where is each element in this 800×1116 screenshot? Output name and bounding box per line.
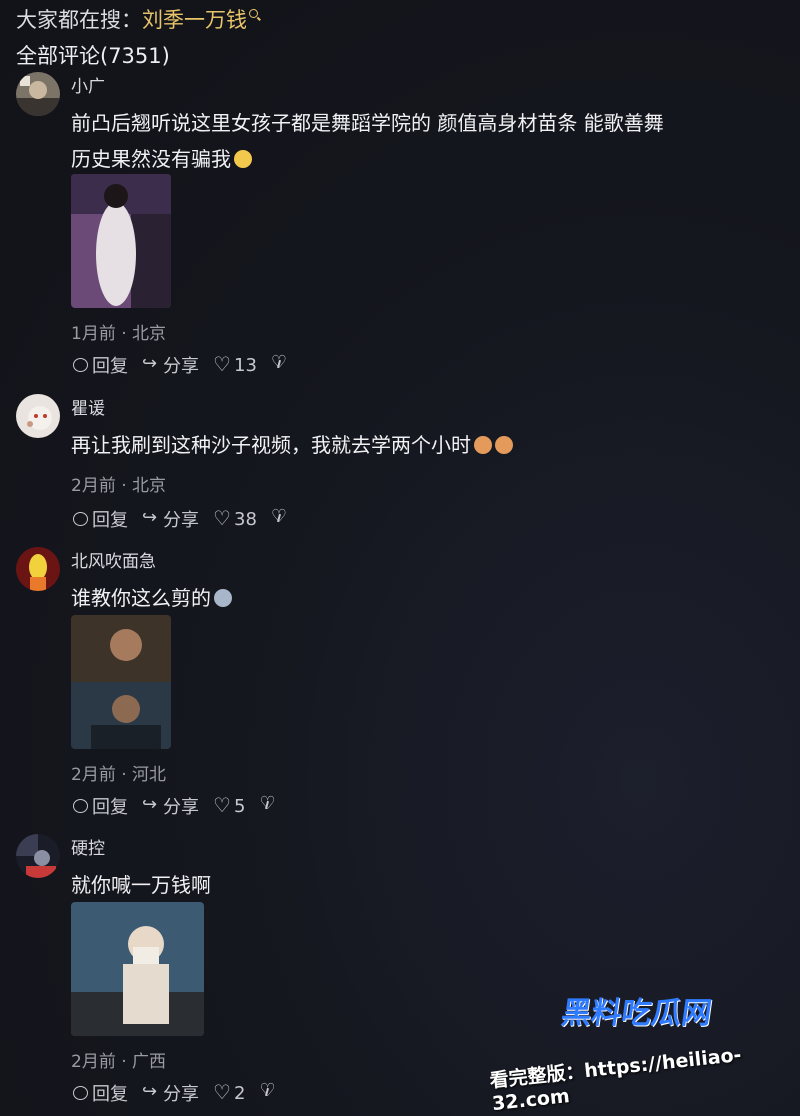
share-label: 分享	[163, 356, 199, 377]
broken-heart-icon	[259, 1080, 277, 1102]
heart-icon	[213, 793, 231, 817]
comment-text-line: 再让我刷到这种沙子视频，我就去学两个小时	[71, 433, 471, 457]
search-prefix: 大家都在搜：	[16, 8, 142, 32]
search-suggestion[interactable]: 大家都在搜：刘季一万钱	[16, 4, 258, 34]
comment-actions: 回复 分享 38	[71, 506, 289, 532]
smile-emoji-icon	[234, 150, 252, 168]
username[interactable]: 北风吹面急	[71, 547, 156, 572]
like-count: 5	[234, 795, 246, 817]
comment-text: 再让我刷到这种沙子视频，我就去学两个小时	[71, 427, 796, 463]
like-button[interactable]: 5	[213, 793, 246, 817]
share-button[interactable]: 分享	[142, 1080, 199, 1106]
watermark-url: 看完整版：https://heiliao-32.com	[488, 1043, 743, 1116]
search-keyword-link[interactable]: 刘季一万钱	[142, 8, 247, 32]
like-count: 13	[234, 354, 257, 376]
comment-text: 谁教你这么剪的	[71, 580, 796, 616]
like-count: 2	[234, 1082, 246, 1104]
share-button[interactable]: 分享	[142, 506, 199, 532]
share-icon	[142, 794, 160, 815]
reply-label: 回复	[92, 356, 128, 377]
broken-heart-icon	[271, 352, 289, 374]
avatar[interactable]	[16, 834, 60, 878]
sticker-emoji-icon	[214, 589, 232, 607]
broken-heart-icon	[259, 793, 277, 815]
comment-actions: 回复 分享 2	[71, 1080, 277, 1106]
watermark-brand: 黑料吃瓜网	[559, 996, 714, 1031]
share-button[interactable]: 分享	[142, 793, 199, 819]
search-icon[interactable]	[249, 9, 258, 18]
reply-button[interactable]: 回复	[71, 793, 128, 819]
reply-label: 回复	[92, 510, 128, 531]
comment-text-line: 历史果然没有骗我	[71, 147, 231, 171]
comment-meta: 2月前 · 广西	[71, 1052, 167, 1072]
reply-icon	[71, 510, 89, 528]
share-label: 分享	[163, 510, 199, 531]
comment-meta: 1月前 · 北京	[71, 324, 167, 344]
username[interactable]: 硬控	[71, 834, 105, 859]
share-icon	[142, 507, 160, 528]
avatar[interactable]	[16, 547, 60, 591]
share-button[interactable]: 分享	[142, 352, 199, 378]
comment-text-line: 谁教你这么剪的	[71, 586, 211, 610]
dislike-button[interactable]	[271, 352, 289, 374]
username[interactable]: 小广	[71, 72, 105, 97]
comment-text: 就你喊一万钱啊	[71, 867, 796, 903]
reply-button[interactable]: 回复	[71, 1080, 128, 1106]
like-button[interactable]: 13	[213, 352, 257, 376]
comment-actions: 回复 分享 5	[71, 793, 277, 819]
like-button[interactable]: 38	[213, 506, 257, 530]
reply-icon	[71, 356, 89, 374]
share-icon	[142, 353, 160, 374]
dislike-button[interactable]	[259, 793, 277, 815]
comment-meta: 2月前 · 北京	[71, 476, 167, 496]
reply-label: 回复	[92, 1084, 128, 1105]
like-count: 38	[234, 508, 257, 530]
heart-icon	[213, 1080, 231, 1104]
reply-label: 回复	[92, 797, 128, 818]
heart-icon	[213, 506, 231, 530]
dislike-button[interactable]	[259, 1080, 277, 1102]
comment-text: 前凸后翘听说这里女孩子都是舞蹈学院的 颜值高身材苗条 能歌善舞 历史果然没有骗我	[71, 105, 796, 177]
dislike-button[interactable]	[271, 506, 289, 528]
like-button[interactable]: 2	[213, 1080, 246, 1104]
hug-emoji-icon	[474, 436, 492, 454]
share-label: 分享	[163, 797, 199, 818]
reply-icon	[71, 1084, 89, 1102]
heart-icon	[213, 352, 231, 376]
comment-text-line: 前凸后翘听说这里女孩子都是舞蹈学院的 颜值高身材苗条 能歌善舞	[71, 111, 664, 135]
comment-image[interactable]	[71, 902, 204, 1036]
comment-image[interactable]	[71, 174, 171, 308]
comment-image[interactable]	[71, 615, 171, 749]
avatar[interactable]	[16, 394, 60, 438]
comment-actions: 回复 分享 13	[71, 352, 289, 378]
broken-heart-icon	[271, 506, 289, 528]
avatar[interactable]	[16, 72, 60, 116]
share-label: 分享	[163, 1084, 199, 1105]
hug-emoji-icon	[495, 436, 513, 454]
comment-count-title: 全部评论(7351)	[16, 44, 170, 68]
reply-icon	[71, 797, 89, 815]
share-icon	[142, 1081, 160, 1102]
reply-button[interactable]: 回复	[71, 352, 128, 378]
reply-button[interactable]: 回复	[71, 506, 128, 532]
comment-text-line: 就你喊一万钱啊	[71, 873, 211, 897]
comment-meta: 2月前 · 河北	[71, 765, 167, 785]
username[interactable]: 瞿谖	[71, 394, 105, 419]
